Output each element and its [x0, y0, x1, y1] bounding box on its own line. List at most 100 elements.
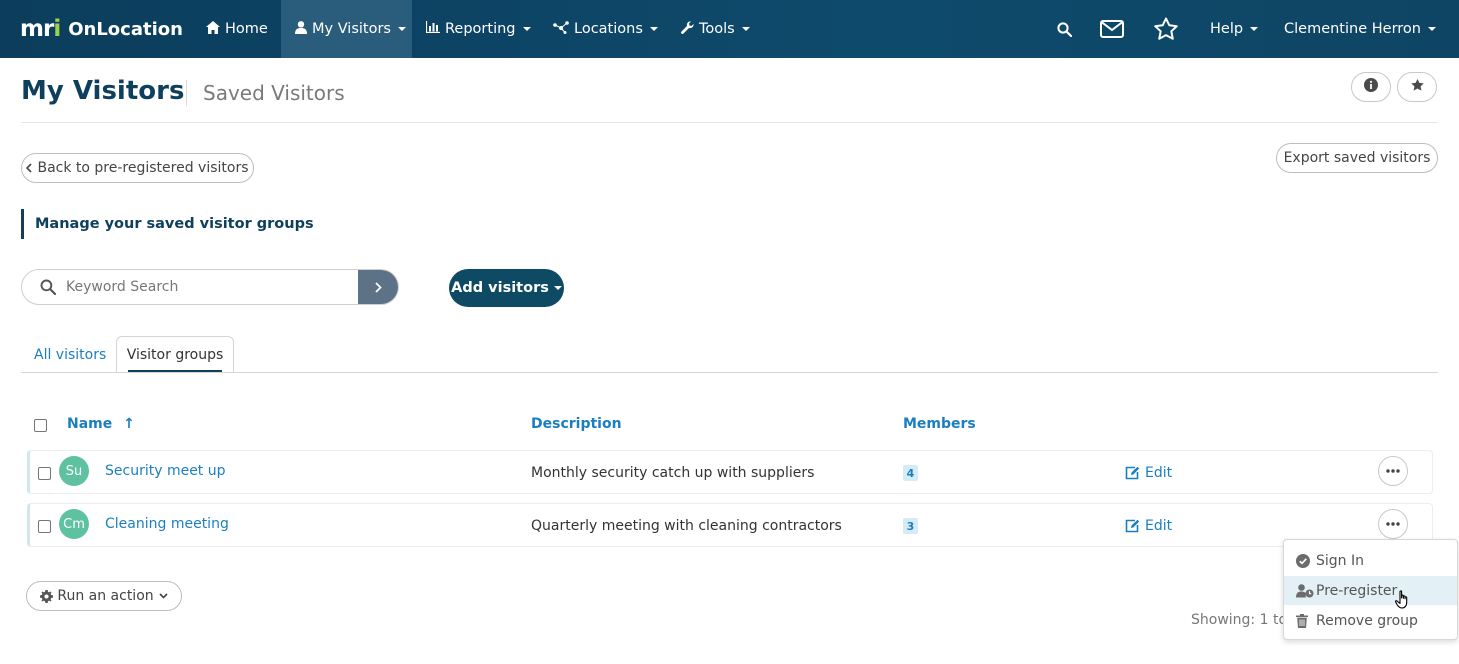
nav-locations[interactable]: Locations: [539, 0, 672, 58]
hand-cursor-icon: [1394, 590, 1411, 614]
chevron-down-icon: [553, 286, 562, 290]
edit-button[interactable]: Edit: [1125, 465, 1172, 481]
select-all-checkbox[interactable]: [34, 419, 47, 432]
avatar: Su: [59, 456, 89, 486]
row-actions-button[interactable]: [1378, 509, 1408, 539]
avatar: Cm: [59, 509, 89, 539]
wrench-icon: [681, 20, 694, 38]
members-count-badge[interactable]: 3: [903, 518, 918, 534]
menu-item-sign-in[interactable]: Sign In: [1284, 546, 1457, 575]
menu-item-label: Pre-register: [1316, 582, 1398, 599]
nav-locations-label: Locations: [574, 21, 643, 37]
search-icon[interactable]: [1051, 16, 1077, 42]
info-button[interactable]: [1351, 72, 1391, 102]
menu-item-label: Sign In: [1316, 552, 1364, 569]
chevron-left-icon: [26, 163, 33, 173]
user-name: Clementine Herron: [1284, 21, 1421, 37]
search-icon: [22, 270, 56, 304]
check-circle-icon: [1296, 553, 1316, 568]
search-input[interactable]: [56, 270, 358, 304]
nav-my-visitors-label: My Visitors: [312, 21, 391, 37]
row-checkbox[interactable]: [38, 520, 51, 533]
column-header-name[interactable]: Name ↑: [67, 416, 135, 432]
edit-icon: [1125, 466, 1140, 480]
mail-icon[interactable]: [1099, 16, 1125, 42]
info-icon: [1364, 78, 1378, 96]
header-divider: [21, 122, 1438, 123]
tab-visitor-groups[interactable]: Visitor groups: [116, 336, 234, 373]
group-description: Monthly security catch up with suppliers: [531, 465, 815, 481]
chevron-down-icon: [1250, 27, 1259, 31]
column-header-members[interactable]: Members: [903, 416, 976, 432]
star-icon: [1410, 78, 1425, 96]
row-actions-menu: Sign In Pre-register Remove group: [1283, 539, 1458, 640]
nav-reporting-label: Reporting: [445, 21, 516, 37]
chevron-down-icon: [741, 27, 750, 31]
menu-item-label: Remove group: [1316, 612, 1418, 629]
tabs-divider: [21, 372, 1438, 373]
user-clock-icon: [1296, 583, 1316, 598]
chevron-down-icon: [1427, 27, 1436, 31]
nav-tools[interactable]: Tools: [667, 0, 764, 58]
section-heading: Manage your saved visitor groups: [21, 209, 314, 239]
chevron-down-icon: [522, 27, 531, 31]
chevron-right-icon: [374, 281, 382, 293]
group-name-link[interactable]: Cleaning meeting: [105, 516, 229, 532]
back-button[interactable]: Back to pre-registered visitors: [21, 153, 254, 183]
gear-icon: [40, 589, 54, 603]
back-button-label: Back to pre-registered visitors: [37, 160, 249, 176]
export-saved-visitors-button[interactable]: Export saved visitors: [1276, 143, 1438, 173]
chevron-down-icon: [649, 27, 658, 31]
user-icon: [295, 20, 307, 38]
add-visitors-button[interactable]: Add visitors: [449, 269, 564, 307]
page-title: My Visitors: [21, 76, 185, 106]
add-visitors-label: Add visitors: [451, 280, 549, 296]
members-count-badge[interactable]: 4: [903, 465, 918, 481]
nav-help[interactable]: Help: [1196, 0, 1272, 58]
edit-icon: [1125, 519, 1140, 533]
export-button-label: Export saved visitors: [1283, 150, 1431, 166]
user-menu[interactable]: Clementine Herron: [1270, 0, 1450, 58]
tab-visitor-groups-label: Visitor groups: [126, 347, 224, 363]
edit-button[interactable]: Edit: [1125, 518, 1172, 534]
app-name: OnLocation: [68, 18, 183, 40]
logo-mark: mri: [20, 16, 61, 42]
column-header-description[interactable]: Description: [531, 416, 622, 432]
sort-ascending-icon: ↑: [123, 416, 135, 432]
row-checkbox[interactable]: [38, 467, 51, 480]
group-description: Quarterly meeting with cleaning contract…: [531, 518, 842, 534]
run-action-button[interactable]: Run an action: [26, 581, 182, 611]
nav-reporting[interactable]: Reporting: [412, 0, 545, 58]
home-icon: [206, 20, 220, 38]
nav-my-visitors[interactable]: My Visitors: [281, 0, 412, 58]
search-submit-button[interactable]: [358, 270, 398, 304]
favorite-button[interactable]: [1397, 72, 1437, 102]
star-icon[interactable]: [1153, 16, 1179, 42]
menu-item-pre-register[interactable]: Pre-register: [1284, 576, 1457, 605]
column-header-name-label: Name: [67, 416, 113, 432]
menu-item-remove-group[interactable]: Remove group: [1284, 606, 1457, 635]
page-subtitle: Saved Visitors: [203, 81, 345, 105]
trash-icon: [1296, 613, 1316, 628]
network-icon: [553, 20, 569, 38]
top-navbar: mri OnLocation Home My Visitors Reportin…: [0, 0, 1459, 58]
run-action-label: Run an action: [57, 588, 154, 604]
row-actions-button[interactable]: [1378, 456, 1408, 486]
search-bar: [21, 269, 399, 305]
bar-chart-icon: [425, 21, 440, 37]
nav-help-label: Help: [1210, 21, 1244, 37]
edit-label: Edit: [1145, 518, 1173, 534]
edit-label: Edit: [1145, 465, 1173, 481]
title-divider: [186, 80, 187, 106]
app-logo[interactable]: mri OnLocation: [20, 16, 183, 42]
nav-home[interactable]: Home: [192, 0, 282, 58]
ellipsis-icon: [1386, 522, 1400, 526]
group-name-link[interactable]: Security meet up: [105, 463, 226, 479]
ellipsis-icon: [1386, 469, 1400, 473]
chevron-down-icon: [159, 593, 168, 599]
pagination-summary: Showing: 1 to: [1191, 612, 1288, 628]
tab-all-visitors[interactable]: All visitors: [34, 336, 106, 373]
nav-home-label: Home: [225, 21, 268, 37]
chevron-down-icon: [398, 27, 406, 31]
nav-tools-label: Tools: [699, 21, 735, 37]
